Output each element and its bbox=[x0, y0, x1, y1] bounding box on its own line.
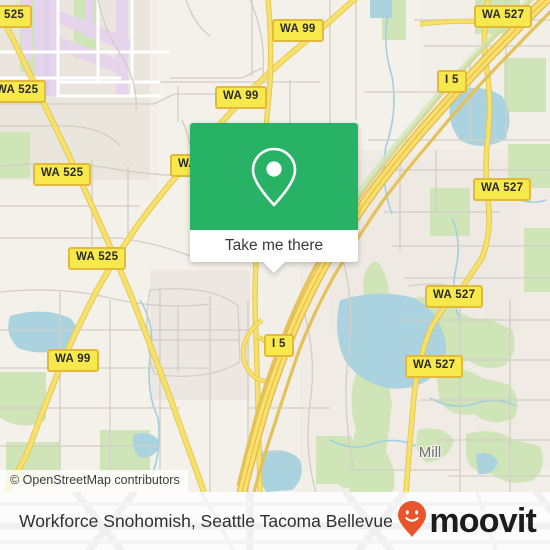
road-shield: 525 bbox=[0, 5, 33, 28]
road-shield: WA 527 bbox=[425, 285, 484, 308]
place-label-line: Mill bbox=[418, 444, 442, 461]
road-shield: WA 525 bbox=[33, 163, 92, 186]
moovit-smiley-pin-icon bbox=[397, 500, 427, 543]
map-canvas[interactable]: 525 WA 525 WA 525 WA 525 WA 99 WA 99 WA … bbox=[0, 0, 550, 492]
road-shield: I 5 bbox=[264, 334, 294, 357]
road-shield: WA 99 bbox=[47, 349, 99, 372]
road-shield: WA 527 bbox=[474, 5, 533, 28]
map-pin-icon bbox=[245, 143, 303, 211]
map-popup[interactable]: Take me there bbox=[190, 123, 358, 273]
road-shield: WA 99 bbox=[215, 86, 267, 109]
road-shield: WA 99 bbox=[272, 19, 324, 42]
road-shield: WA 525 bbox=[0, 80, 47, 103]
road-shield: WA 527 bbox=[473, 178, 532, 201]
place-label-mill-creek: Mill Creek bbox=[398, 413, 462, 492]
location-title: Workforce Snohomish, Seattle Tacoma Bell… bbox=[19, 511, 393, 531]
road-shield: WA 527 bbox=[405, 355, 464, 378]
popup-header bbox=[190, 123, 358, 230]
footer-bar: Workforce Snohomish, Seattle Tacoma Bell… bbox=[0, 492, 550, 550]
popup-tail bbox=[263, 262, 285, 273]
moovit-map-screenshot: 525 WA 525 WA 525 WA 525 WA 99 WA 99 WA … bbox=[0, 0, 550, 550]
moovit-brand[interactable]: moovit bbox=[397, 500, 537, 543]
take-me-there-label: Take me there bbox=[224, 237, 324, 254]
popup-footer[interactable]: Take me there bbox=[190, 230, 358, 262]
moovit-wordmark: moovit bbox=[429, 502, 536, 540]
footer-content: Workforce Snohomish, Seattle Tacoma Bell… bbox=[0, 492, 550, 550]
road-shield: I 5 bbox=[437, 70, 467, 93]
road-shield: WA 525 bbox=[68, 247, 127, 270]
map-attribution[interactable]: © OpenStreetMap contributors bbox=[0, 470, 188, 492]
